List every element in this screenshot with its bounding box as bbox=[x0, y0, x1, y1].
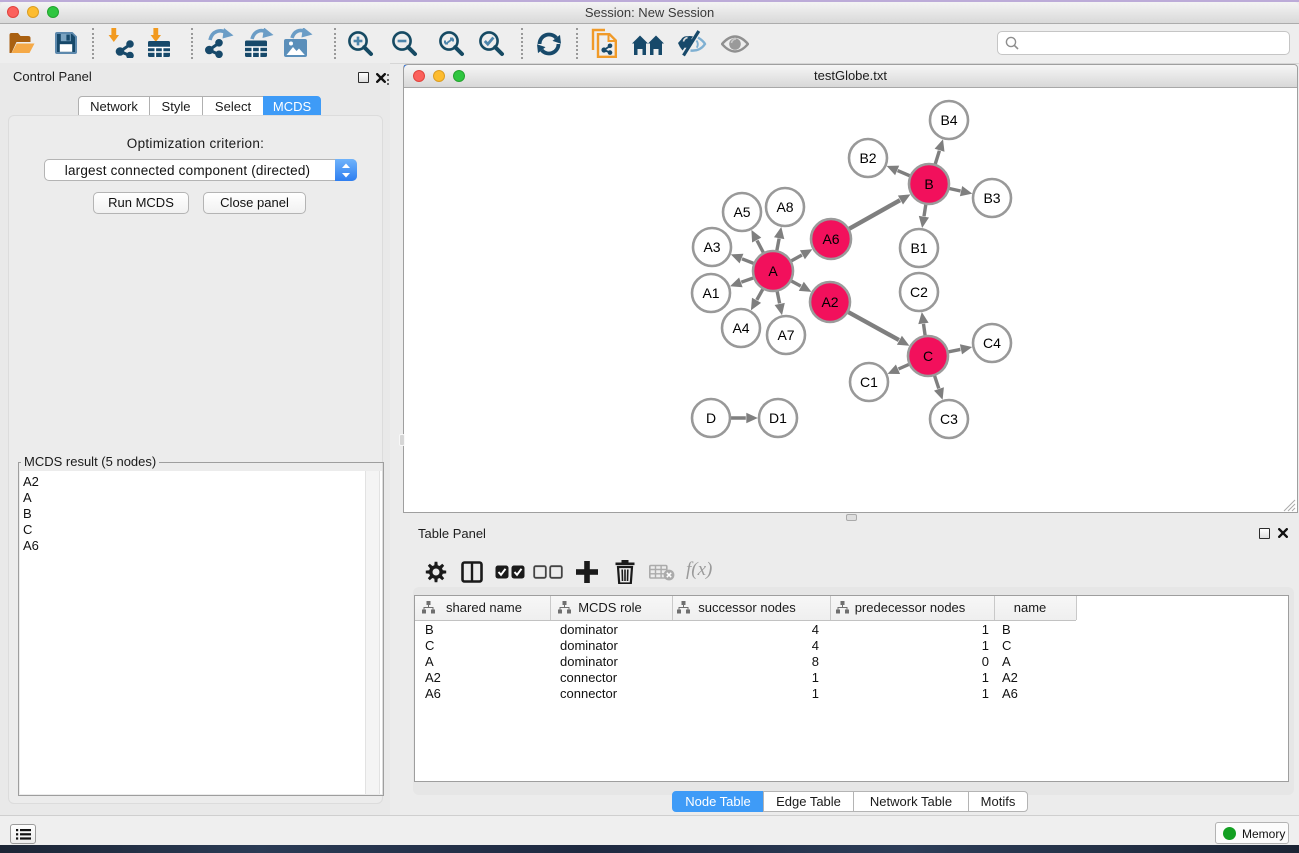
svg-text:B3: B3 bbox=[983, 190, 1000, 206]
svg-text:A4: A4 bbox=[732, 320, 749, 336]
svg-text:A2: A2 bbox=[821, 294, 838, 310]
svg-text:A: A bbox=[768, 263, 778, 279]
svg-text:A5: A5 bbox=[733, 204, 750, 220]
svg-text:B4: B4 bbox=[940, 112, 957, 128]
svg-text:C3: C3 bbox=[940, 411, 958, 427]
svg-text:A3: A3 bbox=[703, 239, 720, 255]
svg-text:B1: B1 bbox=[910, 240, 927, 256]
svg-text:B: B bbox=[924, 176, 933, 192]
svg-text:A7: A7 bbox=[777, 327, 794, 343]
svg-text:D1: D1 bbox=[769, 410, 787, 426]
svg-text:C1: C1 bbox=[860, 374, 878, 390]
svg-text:B2: B2 bbox=[859, 150, 876, 166]
svg-text:C: C bbox=[922, 348, 932, 364]
svg-text:A1: A1 bbox=[702, 285, 719, 301]
svg-text:C2: C2 bbox=[910, 284, 928, 300]
svg-text:A8: A8 bbox=[776, 199, 793, 215]
svg-text:D: D bbox=[705, 410, 715, 426]
svg-text:C4: C4 bbox=[983, 335, 1001, 351]
svg-text:A6: A6 bbox=[822, 231, 839, 247]
